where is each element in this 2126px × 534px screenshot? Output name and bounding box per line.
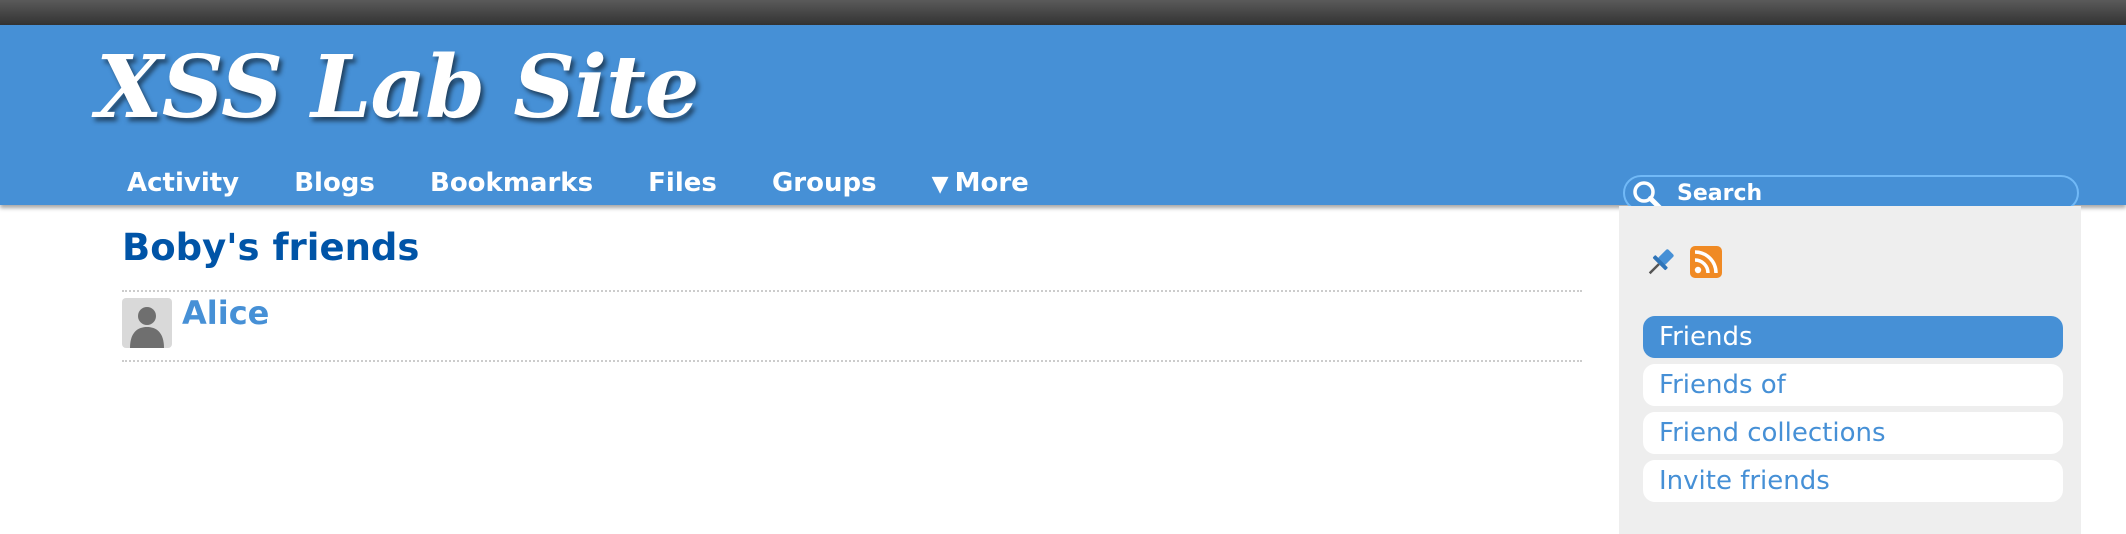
sidebar-item-friends[interactable]: Friends: [1643, 316, 2063, 358]
nav-item-bookmarks[interactable]: Bookmarks: [430, 168, 593, 198]
owner-block: [1643, 244, 1723, 280]
site-title[interactable]: XSS Lab Site: [96, 45, 699, 131]
search-input[interactable]: [1677, 177, 2067, 209]
rss-icon[interactable]: [1690, 246, 1723, 278]
user-silhouette-icon: [122, 298, 172, 349]
sidebar-item-friend-collections[interactable]: Friend collections: [1643, 412, 2063, 454]
sidebar-item-invite-friends[interactable]: Invite friends: [1643, 460, 2063, 502]
browser-top-bar: [0, 0, 2126, 26]
nav-item-activity[interactable]: Activity: [127, 168, 239, 198]
friend-name-link[interactable]: Alice: [182, 294, 269, 332]
sidebar-menu: Friends Friends of Friend collections In…: [1643, 316, 2063, 508]
nav-item-blogs[interactable]: Blogs: [294, 168, 375, 198]
nav-item-groups[interactable]: Groups: [772, 168, 877, 198]
sidebar: Friends Friends of Friend collections In…: [1619, 206, 2081, 534]
page-title: Boby's friends: [122, 226, 420, 269]
main-nav: Activity Blogs Bookmarks Files Groups ▼ M…: [127, 168, 1079, 198]
nav-item-files[interactable]: Files: [648, 168, 717, 198]
friend-list: Alice: [122, 290, 1582, 363]
site-header: XSS Lab Site Activity Blogs Bookmarks Fi…: [0, 25, 2126, 212]
avatar[interactable]: [122, 298, 172, 349]
nav-item-more[interactable]: ▼ More: [932, 168, 1029, 198]
more-arrow-icon: ▼: [931, 172, 949, 197]
pin-icon[interactable]: [1643, 244, 1679, 280]
sidebar-item-friends-of[interactable]: Friends of: [1643, 364, 2063, 406]
main-content: Boby's friends Alice: [122, 206, 1582, 363]
nav-more-label: More: [954, 168, 1029, 198]
